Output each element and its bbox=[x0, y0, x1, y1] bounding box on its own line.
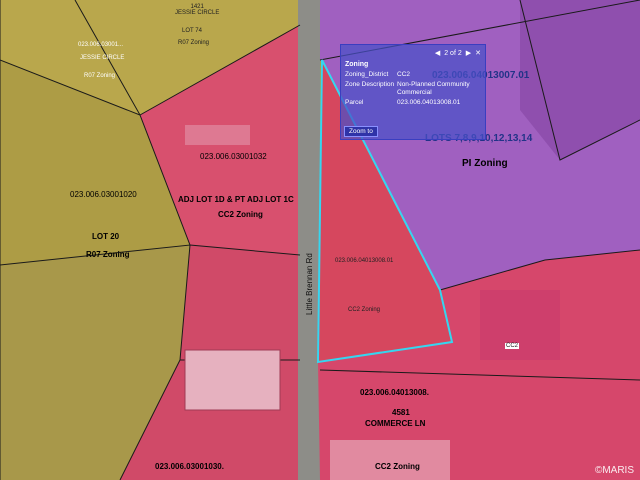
building bbox=[184, 349, 281, 411]
label-cc2-1: CC2 Zoning bbox=[218, 210, 263, 219]
label-pi-zoning: PI Zoning bbox=[462, 158, 508, 169]
popup-value: 023.006.04013008.01 bbox=[397, 99, 461, 106]
road-label: Little Brennan Rd bbox=[305, 253, 314, 315]
label-left-small-2: JESSIE CIRCLE bbox=[80, 55, 125, 61]
close-icon[interactable]: ✕ bbox=[475, 49, 481, 57]
popup-title: Zoning bbox=[345, 61, 369, 68]
popup-key: Zoning_District bbox=[345, 71, 389, 78]
label-cc2-3: CC2 Zoning bbox=[375, 462, 420, 471]
popup-header: ◀ 2 of 2 ▶ ✕ bbox=[341, 45, 485, 59]
label-parcel-032: 023.006.03001032 bbox=[200, 152, 267, 161]
label-adj-lot: ADJ LOT 1D & PT ADJ LOT 1C bbox=[178, 195, 294, 204]
label-r07-mid: R07 Zoning bbox=[86, 250, 130, 259]
popup-row: Zoning_District CC2 bbox=[341, 70, 485, 80]
building bbox=[185, 125, 250, 145]
label-address-number: 4581 bbox=[392, 408, 410, 417]
popup-key: Zone Description bbox=[345, 81, 395, 88]
label-r07-top: R07 Zoning bbox=[178, 40, 210, 46]
label-address-street: COMMERCE LN bbox=[365, 419, 426, 428]
prev-arrow-icon[interactable]: ◀ bbox=[435, 49, 440, 57]
popup-row: Zone Description Non-Planned Community C… bbox=[341, 80, 485, 98]
label-parcel-020: 023.006.03001020 bbox=[70, 190, 137, 199]
label-left-small-1: 023.006.03001... bbox=[78, 42, 124, 48]
label-cc2-small: CC2 bbox=[505, 343, 520, 349]
next-arrow-icon[interactable]: ▶ bbox=[466, 49, 471, 57]
popup-value: CC2 bbox=[397, 71, 411, 78]
popup-key: Parcel bbox=[345, 99, 364, 106]
watermark: ©MARIS bbox=[594, 465, 634, 476]
label-cc2-2: CC2 Zoning bbox=[348, 307, 381, 313]
popup-row: Parcel 023.006.04013008.01 bbox=[341, 98, 485, 108]
zoom-to-button[interactable]: Zoom to bbox=[344, 126, 378, 137]
label-parcel-008-01: 023.006.04013008.01 bbox=[335, 258, 394, 264]
popup-value: Non-Planned Community Commercial bbox=[397, 81, 470, 96]
building bbox=[330, 440, 450, 480]
info-popup: ◀ 2 of 2 ▶ ✕ Zoning Zoning_District CC2 … bbox=[340, 44, 486, 140]
label-r07-small: R07 Zoning bbox=[84, 73, 116, 79]
popup-pager: 2 of 2 bbox=[444, 49, 462, 57]
label-lot20: LOT 20 bbox=[92, 232, 120, 241]
label-jessie-circle: 1421 JESSIE CIRCLE bbox=[175, 4, 220, 16]
label-top-lot: LOT 74 bbox=[182, 28, 202, 34]
label-parcel-008: 023.006.04013008. bbox=[360, 388, 429, 397]
label-parcel-030: 023.006.03001030. bbox=[155, 462, 224, 471]
building bbox=[480, 290, 560, 360]
road bbox=[298, 0, 320, 480]
